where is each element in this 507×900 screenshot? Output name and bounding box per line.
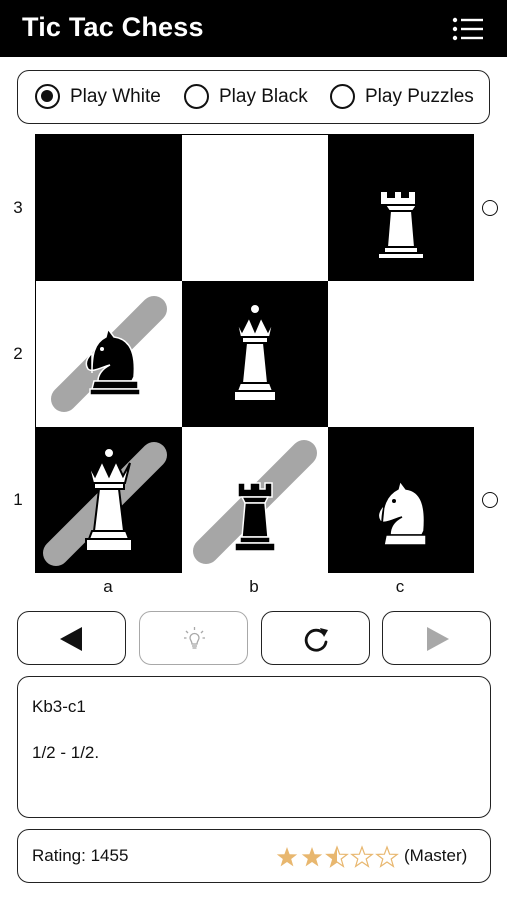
empty-star-icon xyxy=(351,846,373,868)
mode-selector: Play White Play Black Play Puzzles xyxy=(17,70,490,124)
game-result-text: 1/2 - 1/2. xyxy=(32,743,100,762)
black-knight-icon xyxy=(85,327,141,396)
hint-bulb-icon xyxy=(184,627,205,649)
rank-label-2: 2 xyxy=(13,344,23,363)
star-icon xyxy=(276,847,298,867)
chess-board xyxy=(35,134,474,573)
square-a1[interactable] xyxy=(36,427,182,573)
forward-icon xyxy=(427,627,449,651)
rank-label-3: 3 xyxy=(13,198,23,217)
play-white-label: Play White xyxy=(70,85,161,107)
rank-1-indicator[interactable] xyxy=(482,492,498,508)
black-rook-icon xyxy=(234,482,276,552)
play-black-label: Play Black xyxy=(219,85,308,107)
square-c3[interactable] xyxy=(328,135,474,281)
forward-button[interactable] xyxy=(382,611,491,665)
hint-button[interactable] xyxy=(139,611,248,665)
white-knight-icon xyxy=(377,479,427,546)
square-a2[interactable] xyxy=(36,281,182,427)
app-header: Tic Tac Chess xyxy=(0,0,507,57)
play-black-radio[interactable] xyxy=(184,84,209,109)
rank-label-1: 1 xyxy=(13,490,23,509)
rating-panel: Rating: 1455 (Master) xyxy=(17,829,491,883)
move-log: Kb3-c1 1/2 - 1/2. xyxy=(17,676,491,818)
white-queen-icon xyxy=(85,447,133,552)
square-a3[interactable] xyxy=(36,135,182,281)
white-queen-icon xyxy=(233,303,277,402)
play-white-radio[interactable] xyxy=(35,84,60,109)
square-c1[interactable] xyxy=(328,427,474,573)
square-b3[interactable] xyxy=(182,135,328,281)
empty-star-icon xyxy=(376,846,398,868)
back-icon xyxy=(60,627,82,651)
file-label-b: b xyxy=(249,577,259,596)
half-star-icon xyxy=(326,846,348,868)
restart-icon xyxy=(304,628,328,652)
play-white-option[interactable]: Play White xyxy=(35,71,161,122)
file-label-a: a xyxy=(103,577,113,596)
play-black-option[interactable]: Play Black xyxy=(184,71,308,122)
play-puzzles-label: Play Puzzles xyxy=(365,85,474,107)
square-b2[interactable] xyxy=(182,281,328,427)
file-label-c: c xyxy=(395,577,405,596)
square-c2[interactable] xyxy=(328,281,474,427)
rating-value: Rating: 1455 xyxy=(32,846,129,865)
square-b1[interactable] xyxy=(182,427,328,573)
rating-stars xyxy=(276,846,398,868)
restart-button[interactable] xyxy=(261,611,370,665)
app-title: Tic Tac Chess xyxy=(22,12,204,42)
white-rook-icon xyxy=(377,190,425,260)
star-icon xyxy=(301,847,323,867)
rank-3-indicator[interactable] xyxy=(482,200,498,216)
play-puzzles-radio[interactable] xyxy=(330,84,355,109)
last-move-text: Kb3-c1 xyxy=(32,697,86,716)
menu-icon[interactable] xyxy=(450,14,486,44)
play-puzzles-option[interactable]: Play Puzzles xyxy=(330,71,474,122)
back-button[interactable] xyxy=(17,611,126,665)
rating-level: (Master) xyxy=(404,846,468,865)
